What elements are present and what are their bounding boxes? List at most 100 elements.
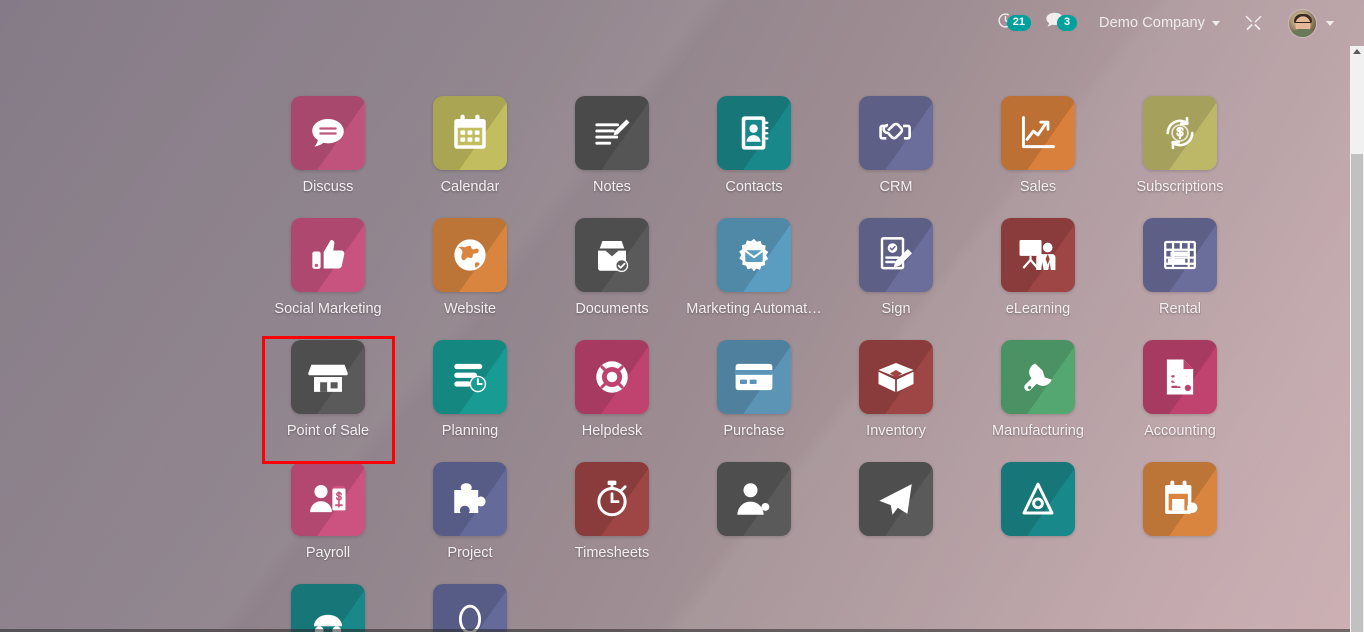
app-label: Planning (441, 423, 499, 439)
app-tile-sales[interactable]: Sales (967, 96, 1109, 218)
app-label: Inventory (866, 423, 926, 439)
app-label: Notes (593, 179, 631, 195)
app-tile-manufacturing[interactable]: Manufacturing (967, 340, 1109, 462)
discuss-icon (291, 96, 365, 170)
wrench-icon (1001, 340, 1075, 414)
app-tile-events-calendar[interactable] (1109, 462, 1251, 584)
app-tile-elearning[interactable]: eLearning (967, 218, 1109, 340)
app-tile-planning[interactable]: Planning (399, 340, 541, 462)
messaging-count-badge: 3 (1057, 15, 1078, 31)
app-tile-contacts[interactable]: Contacts (683, 96, 825, 218)
scroll-up-arrow[interactable] (1353, 49, 1361, 54)
app-tile-crm[interactable]: CRM (825, 96, 967, 218)
avatar-shirt (1290, 28, 1315, 37)
activity-count-badge: 21 (1006, 15, 1032, 31)
handshake-icon (859, 96, 933, 170)
app-label: Social Marketing (274, 301, 382, 317)
vertical-scrollbar[interactable] (1350, 46, 1364, 632)
user-menu[interactable] (1289, 9, 1334, 37)
gear-envelope-icon (717, 218, 791, 292)
lunch-icon (433, 584, 507, 632)
stopwatch-icon (575, 462, 649, 536)
storefront-icon (291, 340, 365, 414)
recurring-dollar-icon (1143, 96, 1217, 170)
paper-plane-icon (859, 462, 933, 536)
app-tile-project[interactable]: Project (399, 462, 541, 584)
document-gear-icon (1143, 340, 1217, 414)
app-tile-calendar[interactable]: Calendar (399, 96, 541, 218)
app-tile-discuss[interactable]: Discuss (257, 96, 399, 218)
app-label: Timesheets (574, 545, 650, 561)
app-label: Discuss (302, 179, 354, 195)
credit-card-icon (717, 340, 791, 414)
app-label: CRM (879, 179, 913, 195)
person-payslip-icon (291, 462, 365, 536)
file-tray-check-icon (575, 218, 649, 292)
activity-counter-button[interactable]: 21 (997, 12, 1032, 34)
app-label: Accounting (1144, 423, 1216, 439)
app-label: Project (447, 545, 493, 561)
company-name-label: Demo Company (1099, 15, 1205, 31)
app-tile-sign[interactable]: Sign (825, 218, 967, 340)
app-tile-timesheets[interactable]: Timesheets (541, 462, 683, 584)
contacts-icon (717, 96, 791, 170)
app-tile-helpdesk[interactable]: Helpdesk (541, 340, 683, 462)
app-tile-fleet[interactable] (257, 584, 399, 632)
app-label: Calendar (440, 179, 500, 195)
user-menu-chevron-down-icon (1326, 20, 1334, 26)
app-label: Sign (881, 301, 911, 317)
top-navbar: 21 3 Demo Company (0, 0, 1350, 46)
app-tile-lunch[interactable] (399, 584, 541, 632)
chevron-down-icon (1212, 20, 1220, 26)
app-tile-notes[interactable]: Notes (541, 96, 683, 218)
app-label: Rental (1159, 301, 1201, 317)
app-label: Sales (1019, 179, 1057, 195)
app-tile-subscriptions[interactable]: Subscriptions (1109, 96, 1251, 218)
avatar (1289, 9, 1316, 37)
open-box-icon (859, 340, 933, 414)
app-label: Payroll (305, 545, 351, 561)
scroll-thumb[interactable] (1351, 154, 1363, 632)
app-label: Point of Sale (286, 423, 370, 439)
app-tile-documents[interactable]: Documents (541, 218, 683, 340)
thumbs-up-icon (291, 218, 365, 292)
app-label: Contacts (725, 179, 783, 195)
messaging-counter-button[interactable]: 3 (1045, 12, 1078, 34)
presentation-teacher-icon (1001, 218, 1075, 292)
growth-chart-icon (1001, 96, 1075, 170)
app-tile-accounting[interactable]: Accounting (1109, 340, 1251, 462)
app-label: Helpdesk (581, 423, 643, 439)
employees-icon (717, 462, 791, 536)
apps-grid: Discuss Calendar Notes Contacts CRM Sales Subs… (0, 96, 1350, 632)
app-tile-rental[interactable]: Rental (1109, 218, 1251, 340)
app-label: Subscriptions (1136, 179, 1224, 195)
app-tile-website[interactable]: Website (399, 218, 541, 340)
tools-icon[interactable] (1244, 14, 1263, 33)
avatar-glasses (1295, 22, 1310, 26)
rental-table-icon (1143, 218, 1217, 292)
app-label: Purchase (723, 423, 785, 439)
company-switcher[interactable]: Demo Company (1099, 15, 1220, 31)
life-ring-icon (575, 340, 649, 414)
fleet-icon (291, 584, 365, 632)
app-tile-appraisal[interactable] (967, 462, 1109, 584)
app-tile-payroll[interactable]: Payroll (257, 462, 399, 584)
app-tile-point-of-sale[interactable]: Point of Sale (257, 340, 399, 462)
app-tile-marketing-automat[interactable]: Marketing Automat… (683, 218, 825, 340)
app-tile-social-marketing[interactable]: Social Marketing (257, 218, 399, 340)
app-label: Website (443, 301, 497, 317)
app-tile-employees[interactable] (683, 462, 825, 584)
app-label: Documents (575, 301, 649, 317)
planning-bars-clock-icon (433, 340, 507, 414)
puzzle-piece-icon (433, 462, 507, 536)
app-tile-purchase[interactable]: Purchase (683, 340, 825, 462)
app-tile-inventory[interactable]: Inventory (825, 340, 967, 462)
app-tile-paper-plane[interactable] (825, 462, 967, 584)
notes-icon (575, 96, 649, 170)
signature-document-icon (859, 218, 933, 292)
globe-icon (433, 218, 507, 292)
events-calendar-icon (1143, 462, 1217, 536)
app-label: eLearning (1005, 301, 1071, 317)
app-label: Marketing Automat… (686, 301, 822, 317)
app-label: Manufacturing (992, 423, 1084, 439)
